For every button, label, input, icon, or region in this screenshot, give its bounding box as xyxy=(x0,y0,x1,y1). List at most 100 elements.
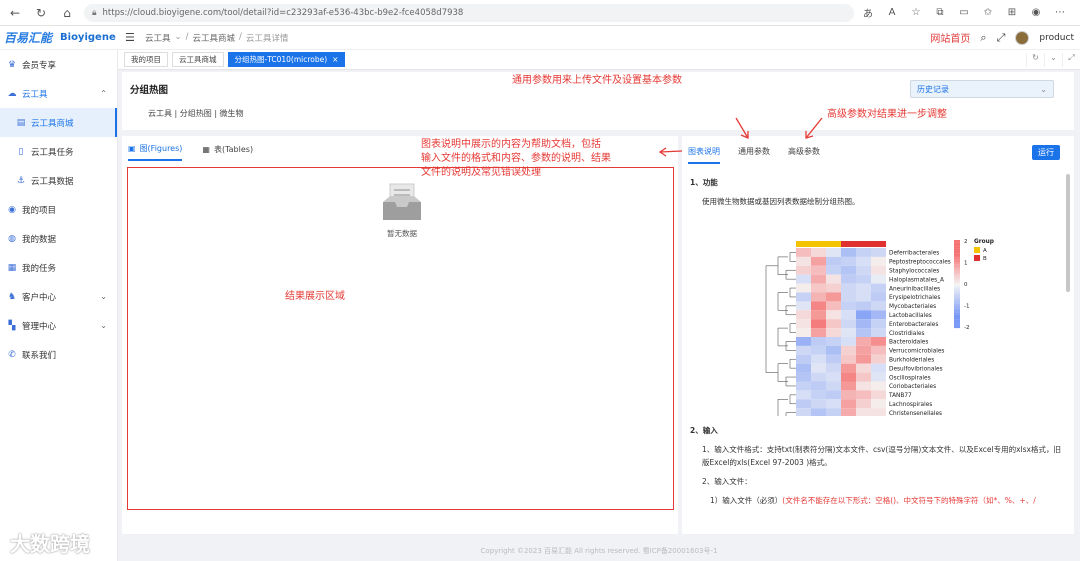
favorites-bar-icon[interactable]: ✩ xyxy=(976,7,1000,18)
heatmap-cell xyxy=(856,354,871,364)
tab-general-params[interactable]: 通用参数 xyxy=(738,146,770,164)
expand-icon[interactable]: ⤢ xyxy=(1062,53,1080,67)
tab-advanced-params[interactable]: 高级参数 xyxy=(788,146,820,164)
heatmap-cell xyxy=(796,363,811,373)
heatmap-cell xyxy=(841,328,856,337)
back-icon[interactable]: ← xyxy=(4,2,26,24)
section-title: 2、输入 xyxy=(690,426,718,435)
avatar[interactable] xyxy=(1015,30,1030,45)
result-area: 暂无数据 xyxy=(127,167,674,510)
scale-tick-label: 2 xyxy=(964,239,968,245)
heatmap-cell xyxy=(841,248,856,257)
color-scale-segment xyxy=(954,317,960,320)
sidebar-item-projects[interactable]: ◉ 我的项目 xyxy=(0,195,117,224)
sidebar-item-my-tasks[interactable]: ▦ 我的任务 xyxy=(0,253,117,282)
heatmap-cell xyxy=(856,301,871,311)
favorite-icon[interactable]: ☆ xyxy=(904,7,928,18)
heatmap-cell xyxy=(841,319,856,329)
empty-text: 暂无数据 xyxy=(387,229,417,238)
paragraph: 1）输入文件（必须）(文件名不能存在以下形式：空格()、中文符号下的特殊字符（如… xyxy=(710,494,1062,507)
breadcrumb-item[interactable]: 云工具 xyxy=(145,32,171,44)
heatmap-cell xyxy=(871,283,886,293)
group-bar-cell xyxy=(856,241,871,247)
search-icon[interactable]: ⌕ xyxy=(980,31,986,45)
tab-chart-description[interactable]: 图表说明 xyxy=(688,146,720,164)
home-link[interactable]: 网站首页 xyxy=(930,30,970,45)
color-scale-segment xyxy=(954,292,960,296)
row-label: Aneurinibacillales xyxy=(889,286,940,292)
group-bar-cell xyxy=(796,241,811,247)
address-bar[interactable]: 🔒︎ https://cloud.bioyigene.com/tool/deta… xyxy=(84,3,854,22)
extension-icon[interactable]: ⧉ xyxy=(928,7,952,18)
customer-icon: ♞ xyxy=(7,291,17,302)
sidebar-item-my-data[interactable]: ◍ 我的数据 xyxy=(0,224,117,253)
heatmap-cell xyxy=(811,363,826,373)
row-label: Deferribacterales xyxy=(889,251,939,257)
heatmap-cell xyxy=(811,408,826,418)
tab-label: 图(Figures) xyxy=(139,144,183,153)
scrollbar[interactable] xyxy=(1066,174,1070,292)
sidebar-item-tool-tasks[interactable]: ▯ 云工具任务 xyxy=(0,137,117,166)
fullscreen-icon[interactable]: ⤢ xyxy=(997,31,1006,45)
heatmap-cell xyxy=(841,292,856,302)
grid-icon: ▚ xyxy=(8,320,16,331)
reload-icon[interactable]: ↻ xyxy=(30,2,52,24)
heatmap-cell xyxy=(871,372,886,382)
sidebar-item-label: 客户中心 xyxy=(22,292,57,303)
paragraph: 使用微生物数据或基因列表数据绘制分组热图。 xyxy=(702,197,860,206)
menu-collapse-icon[interactable]: ☰ xyxy=(125,31,135,44)
sidebar-item-label: 云工具任务 xyxy=(31,147,74,158)
profile-icon[interactable]: ◉ xyxy=(1024,7,1048,18)
chevron-down-icon: ⌄ xyxy=(100,292,107,301)
sidebar-item-label: 云工具数据 xyxy=(31,176,74,187)
more-icon[interactable]: ⋯ xyxy=(1048,7,1072,18)
heatmap-cell xyxy=(841,408,856,418)
read-aloud-icon[interactable]: A xyxy=(880,7,904,18)
empty-tray-icon xyxy=(383,183,421,220)
refresh-icon[interactable]: ↻ xyxy=(1026,53,1044,67)
tab-my-projects[interactable]: 我的项目 xyxy=(124,52,168,67)
split-screen-icon[interactable]: ▭ xyxy=(952,7,976,18)
sidebar-item-member[interactable]: ♛ 会员专享 xyxy=(0,50,117,79)
breadcrumb: 云工具 ⌄ / 云工具商城 / 云工具详情 xyxy=(145,32,288,44)
tab-tool-store[interactable]: 云工具商城 xyxy=(172,52,224,67)
sidebar-item-tool-store[interactable]: ▤ 云工具商城 xyxy=(0,108,117,137)
heatmap-cell xyxy=(826,399,841,409)
username[interactable]: product xyxy=(1039,33,1074,43)
heatmap-cell xyxy=(826,248,841,257)
history-select[interactable]: 历史记录 ⌄ xyxy=(910,80,1054,98)
heatmap-cell xyxy=(841,399,856,409)
sidebar-item-tool-data[interactable]: ⚓︎ 云工具数据 xyxy=(0,166,117,195)
chevron-down-icon: ⌄ xyxy=(1040,84,1047,94)
sidebar-item-customer[interactable]: ♞ 客户中心 ⌄ xyxy=(0,282,117,311)
heatmap-cell xyxy=(796,354,811,364)
heatmap-cell xyxy=(811,390,826,400)
tab-tables[interactable]: ▦ 表(Tables) xyxy=(202,143,253,161)
tab-heatmap[interactable]: 分组热图-TC010(microbe) × xyxy=(227,52,346,67)
heatmap-cell xyxy=(871,354,886,364)
heatmap-cell xyxy=(826,256,841,266)
collections-icon[interactable]: ⊞ xyxy=(1000,7,1024,18)
tab-figures[interactable]: ▣ 图(Figures) xyxy=(128,143,183,161)
heatmap-cell xyxy=(856,390,871,400)
row-label: Enterobacterales xyxy=(889,322,938,328)
heatmap-cell xyxy=(826,372,841,382)
translate-icon[interactable]: あ xyxy=(856,5,880,20)
sidebar-item-contact[interactable]: ✆ 联系我们 xyxy=(0,340,117,369)
heatmap-figure: Deferribacterales Peptostreptococcales Sta… xyxy=(765,239,994,440)
chevron-down-icon[interactable]: ⌄ xyxy=(1044,53,1062,67)
sidebar-item-cloud-tools[interactable]: ☁ 云工具 ⌃ xyxy=(0,79,117,108)
breadcrumb-item[interactable]: 云工具商城 xyxy=(193,32,236,44)
heatmap-cell xyxy=(826,310,841,320)
heatmap-cell xyxy=(811,274,826,284)
run-button[interactable]: 运行 xyxy=(1032,145,1060,160)
home-icon[interactable]: ⌂ xyxy=(56,2,78,24)
logo[interactable]: 百易汇能 Bioyigene xyxy=(4,29,116,46)
heatmap-cell xyxy=(856,372,871,382)
url-text: https://cloud.bioyigene.com/tool/detail?… xyxy=(102,7,464,18)
color-scale-segment xyxy=(954,312,960,315)
close-icon[interactable]: × xyxy=(332,55,338,64)
sidebar-item-admin[interactable]: ▚ 管理中心 ⌄ xyxy=(0,311,117,340)
row-label: TANB77 xyxy=(888,393,912,399)
table-icon: ▦ xyxy=(202,145,210,154)
